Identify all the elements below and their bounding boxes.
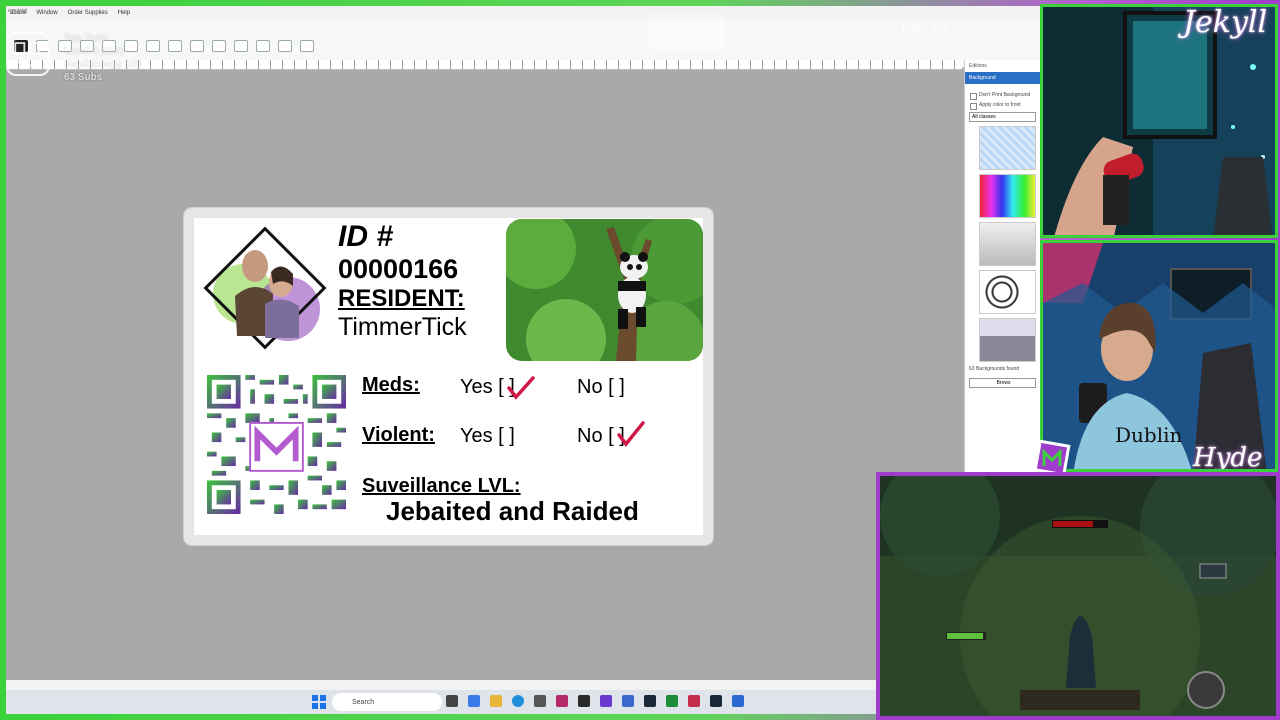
surveillance-value: Jebaited and Raided: [386, 496, 639, 526]
task-view-icon[interactable]: [446, 695, 458, 707]
app-icon[interactable]: [556, 695, 568, 707]
game-scene: [880, 476, 1276, 716]
webcam-top-feed: [1043, 7, 1275, 235]
meds-label: Meds:: [362, 374, 420, 396]
sub-train-level: Level 5 (112): [64, 46, 124, 57]
app-icon[interactable]: [732, 695, 744, 707]
taskbar-search[interactable]: Search: [332, 693, 442, 711]
background-thumbnail[interactable]: [979, 174, 1036, 218]
channel-logo-icon: [6, 32, 50, 76]
background-thumbnail[interactable]: [979, 126, 1036, 170]
windows-start-icon[interactable]: [312, 695, 326, 709]
distribute-icon[interactable]: [256, 40, 270, 52]
sub-train-stats: Top Train Level 5 (112) Hawkdawgg x38 63…: [64, 32, 141, 84]
horizontal-ruler: [6, 60, 962, 70]
align-middle-icon[interactable]: [212, 40, 226, 52]
background-panel: Editions Background Don't Print Backgrou…: [964, 60, 1040, 478]
align-bottom-icon[interactable]: [234, 40, 248, 52]
id-number: 00000166: [338, 254, 459, 284]
webcam-top: Jekyll: [1040, 4, 1278, 238]
tab-editions[interactable]: Editions: [965, 60, 1040, 72]
background-thumbnail[interactable]: [979, 270, 1036, 314]
store-icon[interactable]: [534, 695, 546, 707]
resident-label: RESIDENT:: [338, 285, 465, 312]
edge-icon[interactable]: [512, 695, 524, 707]
handle-hyde: Hyde: [1193, 443, 1263, 472]
duo-portrait-logo: [203, 226, 327, 350]
committed-badge: Committed: [648, 14, 726, 50]
steam-icon[interactable]: [644, 695, 656, 707]
file-explorer-icon[interactable]: [490, 695, 502, 707]
ungroup-icon[interactable]: [300, 40, 314, 52]
search-label: Search: [352, 698, 375, 706]
battle-net-icon[interactable]: [688, 695, 700, 707]
handle-jekyll: Jekyll: [1183, 5, 1268, 40]
sub-train-top: Hawkdawgg x38: [64, 59, 142, 70]
surveillance-label: Suveillance LVL:: [362, 475, 521, 497]
violent-yes-option[interactable]: Yes [ ]: [460, 425, 515, 448]
align-right-icon[interactable]: [168, 40, 182, 52]
status-strip: [6, 680, 876, 690]
meds-yes-checkmark-icon: [507, 376, 535, 400]
panda-photo: [506, 219, 703, 361]
sub-count: 63 Subs: [64, 72, 103, 83]
violent-label: Violent:: [362, 424, 435, 446]
menu-item-window[interactable]: Window: [36, 10, 57, 16]
menu-item-help[interactable]: Help: [118, 10, 130, 16]
dont-print-background-checkbox[interactable]: Don't Print Background: [965, 90, 1040, 100]
discord-icon[interactable]: [622, 695, 634, 707]
background-thumbnail[interactable]: [979, 318, 1036, 362]
window-title: emplate]: [8, 8, 28, 14]
group-icon[interactable]: [278, 40, 292, 52]
spreadsheet-icon[interactable]: [666, 695, 678, 707]
tab-background[interactable]: Background: [965, 72, 1040, 84]
resident-name: TimmerTick: [338, 313, 467, 341]
steam-alt-icon[interactable]: [710, 695, 722, 707]
goal-counter: 106 / 500: [900, 22, 951, 36]
violent-no-checkmark-icon: [617, 421, 645, 447]
background-thumbnail[interactable]: [979, 222, 1036, 266]
backgrounds-found-count: 63 Backgrounds found: [969, 366, 1020, 372]
copilot-icon[interactable]: [468, 695, 480, 707]
align-center-icon[interactable]: [146, 40, 160, 52]
obs-icon[interactable]: [600, 695, 612, 707]
class-select[interactable]: All classes: [969, 112, 1036, 122]
meds-no-option[interactable]: No [ ]: [577, 376, 625, 399]
sub-train-title: Top Train: [64, 33, 109, 44]
menu-bar: abase Window Order Supplies Help: [6, 6, 1040, 20]
apply-color-checkbox[interactable]: Apply color to front: [965, 100, 1040, 110]
shirt-text: Dublin: [1115, 423, 1183, 447]
terminal-icon[interactable]: [578, 695, 590, 707]
game-view: [876, 472, 1280, 720]
taskbar: Search: [6, 690, 876, 714]
align-top-icon[interactable]: [190, 40, 204, 52]
id-label: ID #: [338, 220, 394, 253]
qr-code[interactable]: [207, 375, 346, 514]
browse-button[interactable]: Brows: [969, 378, 1036, 388]
menu-item-order-supplies[interactable]: Order Supplies: [68, 10, 108, 16]
